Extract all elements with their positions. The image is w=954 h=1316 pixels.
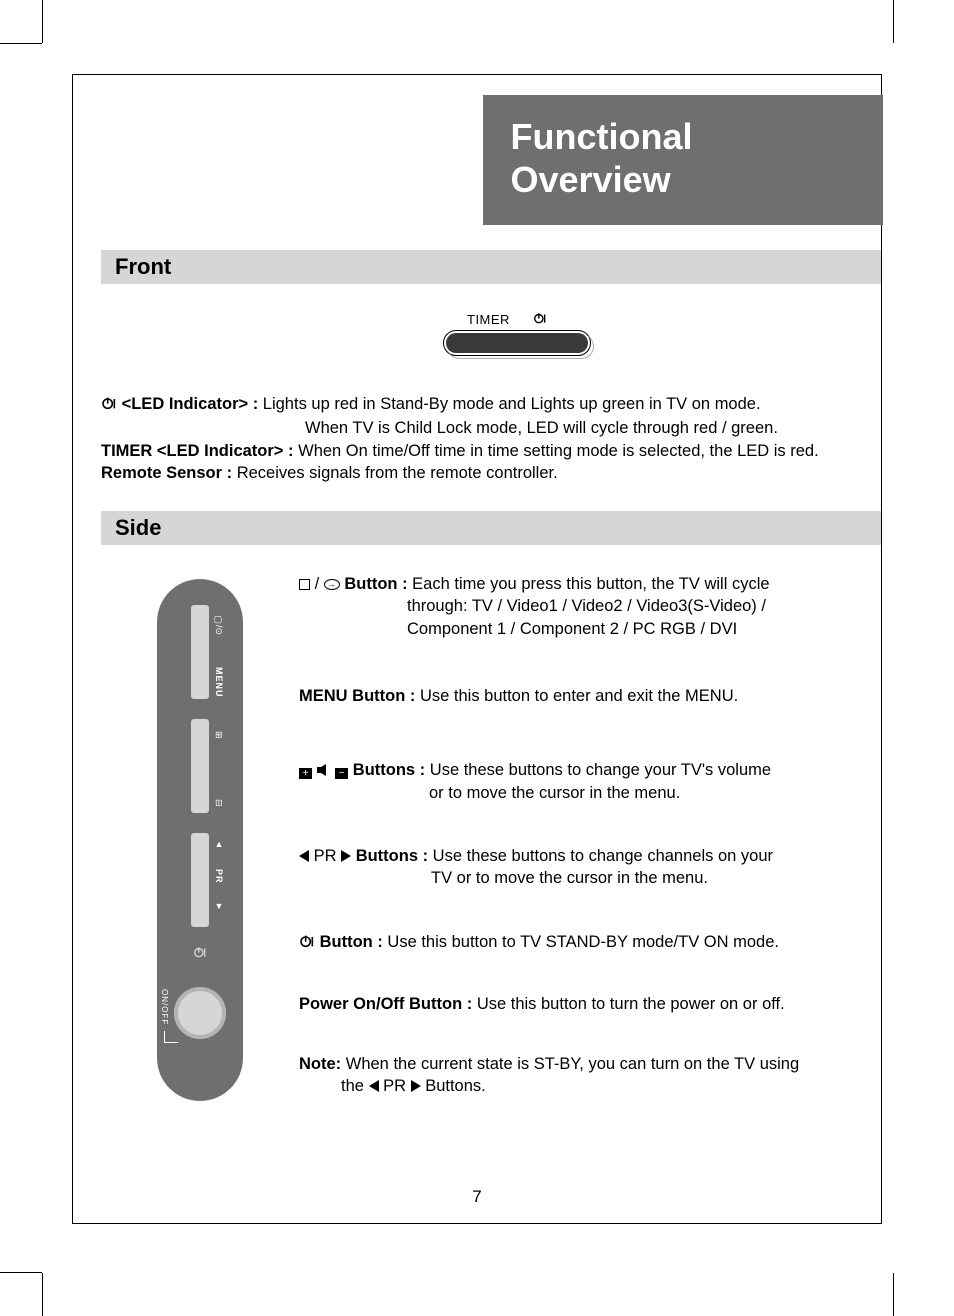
menu-button-label: MENU Button : [299, 687, 415, 705]
triangle-down-icon: ▼ [214, 901, 224, 911]
crop-mark [893, 1273, 894, 1316]
front-description: <LED Indicator> : Lights up red in Stand… [101, 393, 853, 484]
source-desc-1: Each time you press this button, the TV … [408, 575, 770, 593]
side-button-volume [191, 719, 209, 813]
standby-button-desc: Button : Use this button to TV STAND-BY … [299, 931, 853, 955]
vol-desc-2: or to move the cursor in the menu. [299, 782, 853, 804]
crop-mark [0, 43, 42, 44]
power-button-label: Power On/Off Button : [299, 995, 472, 1013]
front-panel-diagram [443, 330, 591, 356]
source-button-desc: / Button : Each time you press this butt… [299, 573, 853, 640]
pr-buttons-label: Buttons : [356, 847, 428, 865]
source-button-label: Button : [344, 575, 407, 593]
onoff-label: ON/OFF [160, 989, 169, 1025]
source-icon: ▢/⊙ [214, 615, 224, 635]
onoff-line [164, 1031, 178, 1043]
side-panel-diagram: ▢/⊙ MENU ⊞ ⊟ ▲ PR ▼ ON/OFF [157, 579, 243, 1101]
led-indicator-label: <LED Indicator> : [122, 395, 259, 413]
side-button-source [191, 605, 209, 699]
input-arrow-icon [324, 579, 340, 590]
note-desc-2b: PR [379, 1077, 411, 1095]
led-desc-line1: Lights up red in Stand-By mode and Light… [258, 395, 760, 413]
pr-prefix: PR [309, 847, 341, 865]
title-box: Functional Overview [483, 95, 883, 225]
page-title: Functional Overview [511, 115, 855, 201]
timer-indicator-label: TIMER <LED Indicator> : [101, 442, 294, 460]
menu-button-desc: MENU Button : Use this button to enter a… [299, 685, 853, 707]
triangle-right-icon [411, 1080, 421, 1092]
square-icon [299, 579, 310, 590]
standby-button-label: Button : [320, 933, 383, 951]
power-icon [101, 395, 117, 417]
crop-mark [42, 1273, 43, 1316]
power-desc: Use this button to turn the power on or … [472, 995, 784, 1013]
section-header-front: Front [101, 250, 881, 284]
pr-buttons-desc: PR Buttons : Use these buttons to change… [299, 845, 853, 890]
timer-diagram-label: TIMER [467, 312, 510, 327]
vol-plus-icon: ⊞ [214, 731, 224, 739]
minus-icon: − [335, 768, 348, 779]
vol-desc-1: Use these buttons to change your TV's vo… [425, 761, 771, 779]
triangle-right-icon [341, 850, 351, 862]
pr-desc-2: TV or to move the cursor in the menu. [299, 867, 853, 889]
power-icon [299, 933, 315, 955]
triangle-left-icon [369, 1080, 379, 1092]
power-icon [193, 945, 207, 962]
note-desc-2c: Buttons. [421, 1077, 486, 1095]
timer-desc: When On time/Off time in time setting mo… [294, 442, 819, 460]
volume-buttons-label: Buttons : [353, 761, 425, 779]
led-desc-line2: When TV is Child Lock mode, LED will cyc… [101, 417, 853, 439]
page-frame: Functional Overview Front TIMER <LED Ind… [72, 74, 882, 1224]
crop-mark [0, 1272, 42, 1273]
vol-minus-icon: ⊟ [214, 799, 224, 807]
triangle-left-icon [299, 850, 309, 862]
menu-desc: Use this button to enter and exit the ME… [415, 687, 738, 705]
menu-label: MENU [214, 667, 224, 698]
pr-desc-1: Use these buttons to change channels on … [428, 847, 773, 865]
side-button-pr [191, 833, 209, 927]
triangle-up-icon: ▲ [214, 839, 224, 849]
source-desc-3: Component 1 / Component 2 / PC RGB / DVI [299, 618, 853, 640]
page-number: 7 [73, 1187, 881, 1207]
section-header-side: Side [101, 511, 881, 545]
remote-desc: Receives signals from the remote control… [232, 464, 558, 482]
standby-desc: Use this button to TV STAND-BY mode/TV O… [383, 933, 779, 951]
power-button-desc: Power On/Off Button : Use this button to… [299, 993, 853, 1015]
crop-mark [42, 0, 43, 43]
note-desc-1: When the current state is ST-BY, you can… [341, 1055, 799, 1073]
pr-label: PR [214, 869, 224, 884]
note-label: Note: [299, 1055, 341, 1073]
source-desc-2: through: TV / Video1 / Video2 / Video3(S… [299, 595, 853, 617]
remote-sensor-label: Remote Sensor : [101, 464, 232, 482]
power-icon [533, 311, 547, 330]
speaker-icon [317, 760, 331, 782]
plus-icon: + [299, 768, 312, 779]
power-button-diagram [174, 987, 226, 1039]
volume-buttons-desc: + − Buttons : Use these buttons to chang… [299, 759, 853, 805]
crop-mark [893, 0, 894, 43]
note-desc: Note: When the current state is ST-BY, y… [299, 1053, 853, 1098]
note-desc-2a: the [341, 1077, 369, 1095]
